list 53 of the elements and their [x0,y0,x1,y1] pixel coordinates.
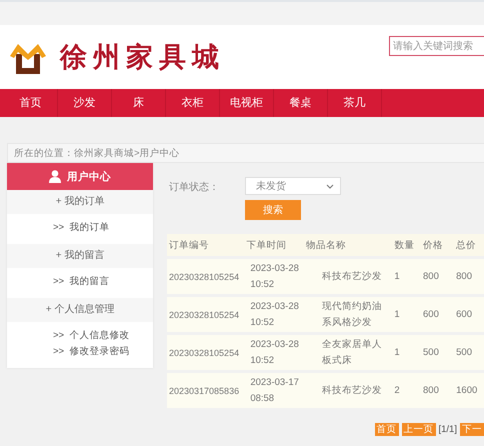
table-cell: 20230317085836 [167,372,244,410]
table-cell: 1 [392,334,422,372]
user-icon [49,170,61,183]
column-header: 总价 [454,234,484,258]
nav-link[interactable]: 首页 [4,89,58,117]
sidebar-link[interactable]: >> 我的订单 [53,220,110,236]
table-cell: 800 [454,258,484,296]
table-cell: 1 [392,296,422,334]
table-cell: 2023-03-28 10:52 [244,258,304,296]
table-cell: 800 [421,258,454,296]
table-cell: 1 [392,258,422,296]
table-cell: 20230328105254 [167,334,244,372]
table-cell: 500 [454,334,484,372]
sidebar-section[interactable]: + 我的留言 [7,244,153,268]
sidebar-link[interactable]: >> 修改登录密码 [53,344,130,360]
nav-link[interactable]: 餐桌 [274,89,328,117]
table-cell: 500 [421,334,454,372]
table-cell: 800 [421,372,454,410]
search-field[interactable]: 请输入关键词搜索 [389,36,484,56]
status-dropdown[interactable]: 未发货 [245,177,341,195]
site-name: 徐州家具城 [60,41,225,75]
table-cell: 1600 [454,372,484,410]
sidebar-title: 用户中心 [67,170,111,184]
column-header: 数量 [392,234,422,258]
sidebar-section[interactable]: + 我的订单 [7,190,153,214]
column-header: 订单编号 [167,234,244,258]
filter-label: 订单状态： [169,180,220,195]
table-cell: 600 [421,296,454,334]
column-header: 下单时间 [244,234,304,258]
table-cell: 2 [392,372,422,410]
nav-link[interactable]: 电视柜 [220,89,274,117]
table-cell: 现代简约奶油系风格沙发 [304,296,392,334]
column-header: 物品名称 [304,234,392,258]
table-cell: 20230328105254 [167,258,244,296]
sidebar-link[interactable]: >> 个人信息修改 [53,328,130,344]
sidebar-section[interactable]: + 个人信息管理 [7,298,153,322]
chevron-down-icon [326,184,334,188]
page-indicator: [1/1] [438,424,457,435]
sidebar-link[interactable]: >> 我的留言 [53,274,110,290]
table-cell: 2023-03-17 08:58 [244,372,304,410]
column-header: 价格 [421,234,454,258]
table-cell: 2023-03-28 10:52 [244,334,304,372]
table-cell: 科技布艺沙发 [304,372,392,410]
table-cell: 科技布艺沙发 [304,258,392,296]
table-cell: 全友家居单人板式床 [304,334,392,372]
nav-link[interactable]: 床 [112,89,166,117]
breadcrumb: 所在的位置：徐州家具商城>用户中心 [14,148,180,159]
table-cell: 2023-03-28 10:52 [244,296,304,334]
table-cell: 20230328105254 [167,296,244,334]
nav-link[interactable]: 茶几 [328,89,382,117]
nav-link[interactable]: 衣柜 [166,89,220,117]
table-cell: 600 [454,296,484,334]
nav-link[interactable]: 沙发 [58,89,112,117]
